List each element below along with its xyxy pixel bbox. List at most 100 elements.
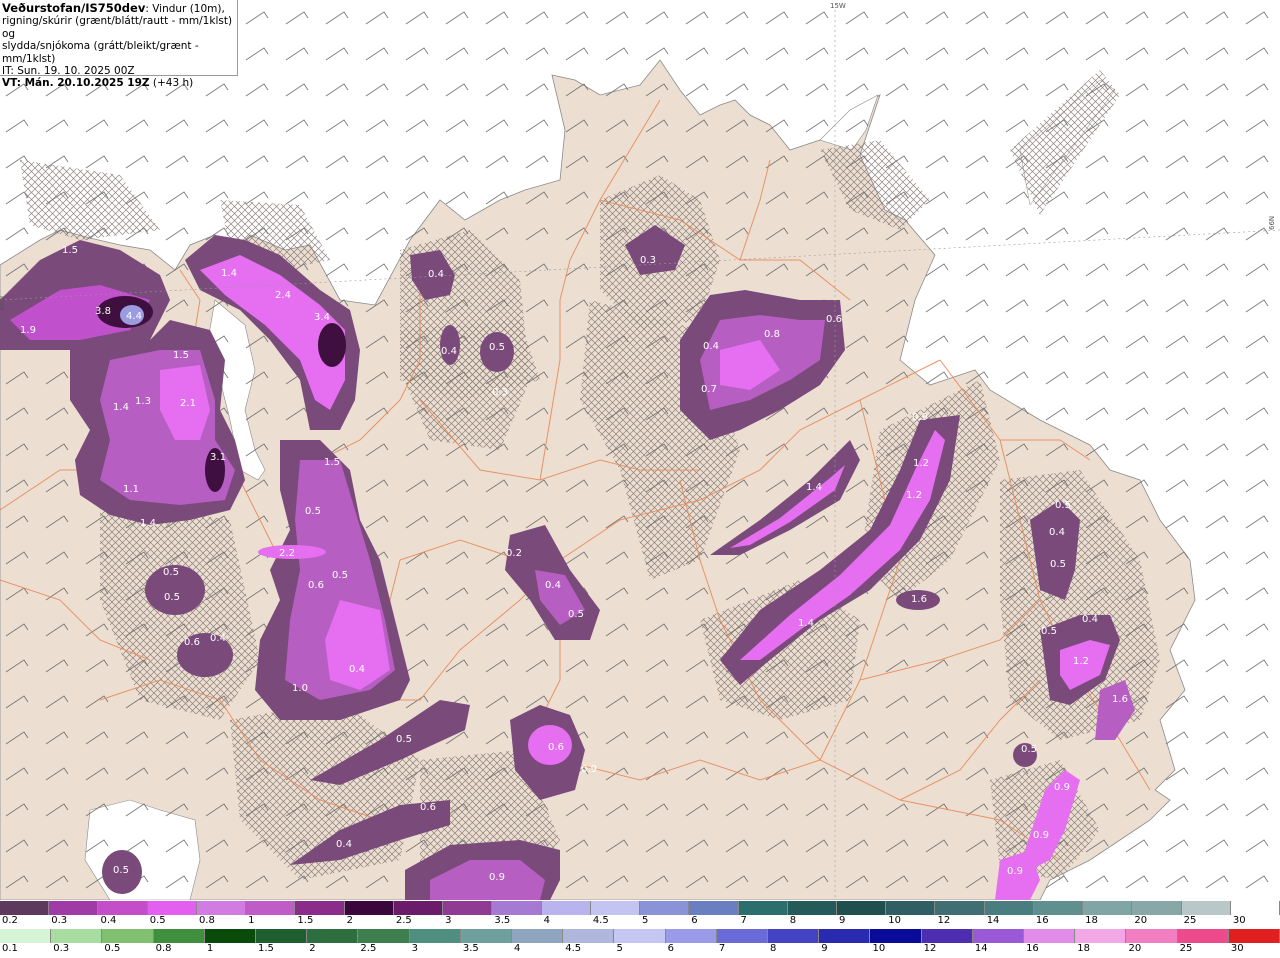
- precip-value-label: 0.4: [349, 664, 365, 675]
- legend-bottom-label: 12: [923, 943, 937, 954]
- legend-top-swatch: [541, 901, 591, 915]
- legend-bottom-label: 6: [667, 943, 675, 954]
- legend-bottom-swatch: [614, 929, 666, 943]
- legend-top-swatch: [836, 901, 887, 915]
- precip-value-label: 1.4: [806, 482, 822, 493]
- legend-bottom-swatch: [665, 929, 717, 943]
- precip-value-label: 0.6: [548, 742, 564, 753]
- graticule-label: 66N: [0, 296, 6, 310]
- precip-value-label: 3.4: [314, 312, 330, 323]
- legend-top-label: 14: [986, 915, 1000, 926]
- legend-top-swatch: [1181, 901, 1231, 915]
- legend-bottom-label: 5: [616, 943, 623, 954]
- legend-bottom-label: 14: [974, 943, 988, 954]
- precip-value-label: 0.5: [332, 570, 348, 581]
- legend-bottom-label: 0.3: [53, 943, 70, 954]
- legend-top-label: 1.5: [297, 915, 314, 926]
- legend-bottom-swatch: [256, 929, 308, 943]
- legend-bottom-swatch: [0, 929, 52, 943]
- precip-value-label: 2.2: [279, 548, 295, 559]
- legend-bottom-label: 0.8: [155, 943, 172, 954]
- legend-bottom-label: 1: [206, 943, 214, 954]
- legend-bottom-label: 4.5: [565, 943, 582, 954]
- precip-value-label: 0.4: [545, 580, 561, 591]
- precip-value-label: 1.4: [140, 518, 156, 529]
- legend-top-label: 4.5: [592, 915, 609, 926]
- legend-bottom-label: 3: [411, 943, 418, 954]
- precip-value-label: 1.5: [62, 245, 78, 256]
- legend-bottom-swatch: [358, 929, 410, 943]
- legend-bottom-label: 1.5: [258, 943, 274, 954]
- legend-bottom-swatch: [460, 929, 513, 943]
- legend-top-swatch: [738, 901, 788, 915]
- precip-value-label: 0.5: [1050, 559, 1066, 570]
- precip-value-label: 0.5: [489, 342, 505, 353]
- header-it: IT: Sun. 19. 10. 2025 00Z: [2, 65, 135, 78]
- legend-bottom-swatch: [819, 929, 871, 943]
- legend-bottom-label: 25: [1179, 943, 1193, 954]
- legend-top-label: 3.5: [494, 915, 511, 926]
- legend-bottom-swatch: [768, 929, 820, 943]
- legend-bottom-swatch: [512, 929, 564, 943]
- precip-value-label: 1.2: [1073, 656, 1089, 667]
- precip-value-label: 3.8: [95, 306, 111, 317]
- legend-top-label: 9: [838, 915, 846, 926]
- graticule-label: 66N: [1268, 216, 1276, 230]
- precip-small-3: [440, 325, 460, 365]
- graticule-label: 15W: [830, 2, 846, 10]
- precip-value-label: 0.8: [764, 329, 780, 340]
- legend-bottom-label: 2: [309, 943, 316, 954]
- legend-top-label: 6: [691, 915, 698, 926]
- weather-map: 15W 66N 66N 1.5 1.4 1.9 3.8 4.4 2.4 3.4 1.5 1.4 1.3…: [0, 0, 1280, 900]
- legend-top-swatch: [492, 901, 542, 915]
- legend-bottom-swatch: [102, 929, 154, 943]
- legend-top-swatch: [1083, 901, 1133, 915]
- legend-bottom-bar: [0, 929, 1280, 943]
- legend-top-label: 3: [445, 915, 452, 926]
- precip-value-label: 1.0: [292, 683, 308, 694]
- legend-bottom-label: 16: [1026, 943, 1039, 954]
- legend-bottom-swatch: [870, 929, 922, 943]
- legend-top-label: 25: [1183, 915, 1197, 926]
- legend-top-label: 10: [888, 915, 901, 926]
- legend-top-label: 5: [642, 915, 649, 926]
- legend-top-label: 0.3: [51, 915, 68, 926]
- legend-top-label: 1: [248, 915, 255, 926]
- legend-bottom-swatch: [1075, 929, 1127, 943]
- precip-value-label: 3.1: [210, 452, 226, 463]
- legend-top-swatch: [443, 901, 493, 915]
- legend-bottom-swatch: [51, 929, 103, 943]
- precip-value-label: 0.5: [163, 567, 179, 578]
- legend-bottom-swatch: [153, 929, 205, 943]
- legend-top-label: 12: [937, 915, 951, 926]
- legend-top-swatch: [689, 901, 739, 915]
- legend-top-label: 0.4: [100, 915, 117, 926]
- legend-bottom-label: 2.5: [360, 943, 377, 954]
- legend-bottom-labels: 0.1 0.3 0.5 0.8 1 1.5 2 2.5 3 3.5 4 4.5 5 6 7 8 9 10 12 14 1…: [0, 943, 1280, 955]
- precip-value-label: 0.5: [568, 609, 584, 620]
- legend-top-swatch: [984, 901, 1034, 915]
- legend-bottom-swatch: [204, 929, 257, 943]
- precip-value-label: 2.1: [180, 398, 196, 409]
- legend-bottom-label: 18: [1077, 943, 1090, 954]
- legend-bottom-swatch: [1126, 929, 1178, 943]
- precip-value-label: 1.2: [906, 490, 922, 501]
- legend-top-swatch: [196, 901, 247, 915]
- precip-fjord-peak: [318, 323, 346, 367]
- precip-value-label: 0.9: [1033, 830, 1049, 841]
- legend-top-swatch: [147, 901, 197, 915]
- precip-value-label: 0.5: [1021, 744, 1037, 755]
- legend-top-swatch: [98, 901, 148, 915]
- legend-bottom-swatch: [1024, 929, 1076, 943]
- precip-value-label: 0.6: [184, 637, 200, 648]
- legend-top-label: 0.8: [198, 915, 215, 926]
- precip-value-label: 0.4: [210, 633, 226, 644]
- legend-bottom-label: 20: [1128, 943, 1142, 954]
- legend-bottom-swatch: [921, 929, 973, 943]
- legend-top-bar: [0, 901, 1280, 915]
- precip-value-label: 0.9: [1054, 782, 1070, 793]
- precip-value-label: 1.5: [324, 457, 340, 468]
- precip-value-label: 0.5: [113, 865, 129, 876]
- header-title-rest: : Vindur (10m),: [145, 3, 225, 15]
- legend-bottom-swatch: [409, 929, 461, 943]
